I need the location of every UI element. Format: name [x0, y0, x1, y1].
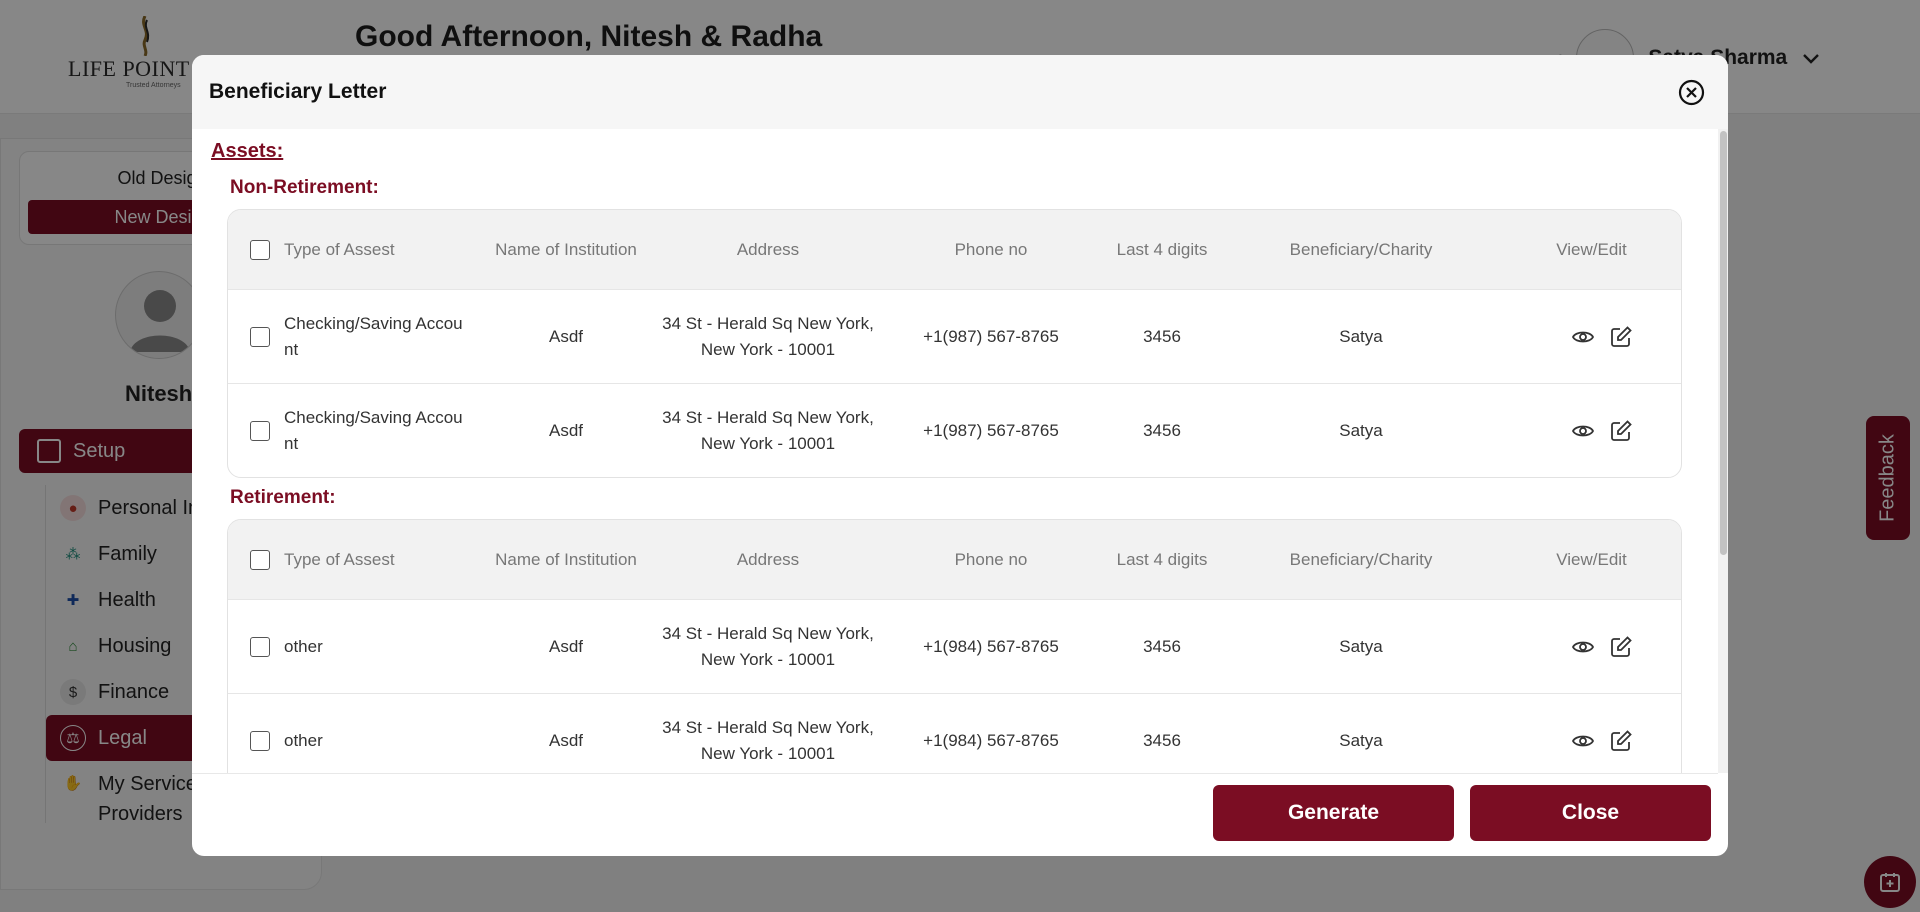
table-row: Checking/Saving Account Asdf 34 St - Her…: [228, 289, 1681, 383]
actions-cell: [1500, 729, 1681, 753]
header-type-cell: Type of Assest: [228, 547, 476, 573]
table-header: Type of Assest Name of Institution Addre…: [228, 520, 1681, 599]
actions-cell: [1500, 635, 1681, 659]
institution-cell: Asdf: [548, 420, 584, 440]
eye-icon[interactable]: [1571, 419, 1595, 443]
assets-heading: Assets:: [211, 140, 284, 162]
header-type-cell: Type of Assest: [228, 237, 476, 263]
address-cell: 34 St - Herald Sq New York, New York - 1…: [662, 407, 874, 453]
last4-cell: 3456: [1143, 730, 1181, 750]
beneficiary-cell: Satya: [1339, 730, 1383, 750]
generate-button[interactable]: Generate: [1213, 785, 1454, 841]
modal-scrollbar-thumb[interactable]: [1720, 131, 1727, 555]
last4-cell: 3456: [1143, 326, 1181, 346]
modal-header: Beneficiary Letter: [192, 55, 1728, 129]
type-cell: Checking/Saving Account: [228, 311, 476, 363]
edit-icon[interactable]: [1609, 419, 1633, 443]
actions-cell: [1500, 419, 1681, 443]
column-header: Address: [736, 239, 800, 259]
type-cell: Checking/Saving Account: [228, 405, 476, 457]
eye-icon[interactable]: [1571, 325, 1595, 349]
column-header: Type of Assest: [284, 549, 395, 569]
column-header: Name of Institution: [495, 549, 637, 569]
table-row: Checking/Saving Account Asdf 34 St - Her…: [228, 383, 1681, 477]
column-header: View/Edit: [1556, 239, 1627, 259]
edit-icon[interactable]: [1609, 325, 1633, 349]
column-header: Last 4 digits: [1116, 549, 1208, 569]
modal-title: Beneficiary Letter: [209, 80, 387, 103]
asset-type: Checking/Saving Account: [284, 407, 463, 453]
column-header: Type of Assest: [284, 239, 395, 259]
type-cell: other: [228, 728, 476, 754]
non-retirement-title: Non-Retirement:: [230, 177, 379, 198]
asset-type: Checking/Saving Account: [284, 313, 463, 359]
edit-icon[interactable]: [1609, 729, 1633, 753]
table-row: other Asdf 34 St - Herald Sq New York, N…: [228, 599, 1681, 693]
last4-cell: 3456: [1143, 420, 1181, 440]
asset-type: other: [284, 730, 323, 750]
retirement-table: Type of Assest Name of Institution Addre…: [227, 519, 1682, 773]
phone-cell: +1(984) 567-8765: [923, 730, 1059, 750]
footer-divider: [192, 773, 1718, 774]
type-cell: other: [228, 634, 476, 660]
address-cell: 34 St - Herald Sq New York, New York - 1…: [662, 717, 874, 763]
close-button[interactable]: Close: [1470, 785, 1711, 841]
institution-cell: Asdf: [548, 730, 584, 750]
select-all-checkbox[interactable]: [250, 239, 270, 260]
eye-icon[interactable]: [1571, 729, 1595, 753]
row-checkbox[interactable]: [250, 420, 270, 441]
asset-type: other: [284, 636, 323, 656]
non-retirement-table: Type of Assest Name of Institution Addre…: [227, 209, 1682, 478]
table-row: other Asdf 34 St - Herald Sq New York, N…: [228, 693, 1681, 773]
address-cell: 34 St - Herald Sq New York, New York - 1…: [662, 313, 874, 359]
column-header: Name of Institution: [495, 239, 637, 259]
close-icon[interactable]: [1678, 79, 1705, 106]
column-header: Phone no: [954, 239, 1028, 259]
select-all-checkbox[interactable]: [250, 549, 270, 570]
modal-body: Assets: Non-Retirement: Type of Assest N…: [192, 129, 1718, 773]
last4-cell: 3456: [1143, 636, 1181, 656]
column-header: Last 4 digits: [1116, 239, 1208, 259]
row-checkbox[interactable]: [250, 326, 270, 347]
edit-icon[interactable]: [1609, 635, 1633, 659]
eye-icon[interactable]: [1571, 635, 1595, 659]
column-header: View/Edit: [1556, 549, 1627, 569]
phone-cell: +1(984) 567-8765: [923, 636, 1059, 656]
institution-cell: Asdf: [548, 636, 584, 656]
row-checkbox[interactable]: [250, 730, 270, 751]
phone-cell: +1(987) 567-8765: [923, 420, 1059, 440]
column-header: Beneficiary/Charity: [1289, 239, 1433, 259]
retirement-title: Retirement:: [230, 487, 336, 508]
column-header: Address: [736, 549, 800, 569]
beneficiary-cell: Satya: [1339, 326, 1383, 346]
institution-cell: Asdf: [548, 326, 584, 346]
beneficiary-cell: Satya: [1339, 420, 1383, 440]
table-header: Type of Assest Name of Institution Addre…: [228, 210, 1681, 289]
actions-cell: [1500, 325, 1681, 349]
row-checkbox[interactable]: [250, 636, 270, 657]
beneficiary-letter-modal: Beneficiary Letter Assets: Non-Retiremen…: [192, 55, 1728, 856]
beneficiary-cell: Satya: [1339, 636, 1383, 656]
address-cell: 34 St - Herald Sq New York, New York - 1…: [662, 623, 874, 669]
column-header: Beneficiary/Charity: [1289, 549, 1433, 569]
phone-cell: +1(987) 567-8765: [923, 326, 1059, 346]
column-header: Phone no: [954, 549, 1028, 569]
